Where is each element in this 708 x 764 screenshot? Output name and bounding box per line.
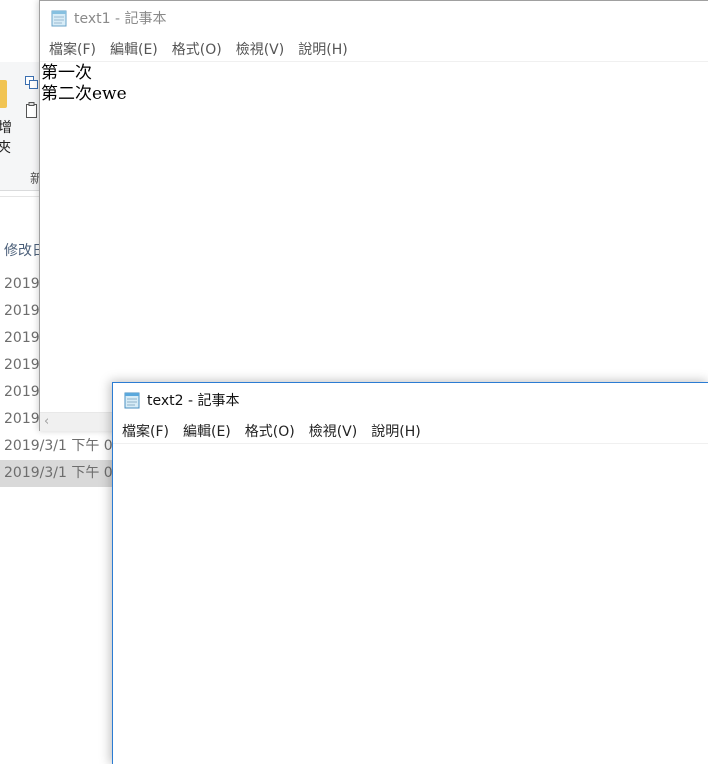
menu-help[interactable]: 說明(H) (364, 421, 427, 441)
menu-bar: 檔案(F) 編輯(E) 格式(O) 檢視(V) 說明(H) (113, 419, 708, 444)
ribbon-label-2: 夾 (0, 140, 11, 156)
menu-view[interactable]: 檢視(V) (229, 39, 292, 59)
menu-format[interactable]: 格式(O) (238, 421, 302, 441)
text-editor-area[interactable] (113, 444, 708, 764)
menu-view[interactable]: 檢視(V) (302, 421, 365, 441)
file-row-date-selected[interactable]: 2019/3/1 下午 0 (0, 460, 112, 487)
ribbon-label-1: 增 (0, 120, 12, 136)
new-folder-icon[interactable] (0, 80, 7, 108)
copy-icon[interactable] (25, 76, 38, 89)
window-title: text1 - 記事本 (74, 11, 167, 27)
title-bar[interactable]: text2 - 記事本 (113, 383, 708, 417)
chevron-left-icon[interactable]: ‹ (44, 415, 49, 428)
notepad-icon (124, 392, 140, 408)
menu-bar: 檔案(F) 編輯(E) 格式(O) 檢視(V) 說明(H) (40, 37, 708, 62)
menu-edit[interactable]: 編輯(E) (103, 39, 165, 59)
menu-file[interactable]: 檔案(F) (42, 39, 103, 59)
menu-format[interactable]: 格式(O) (165, 39, 229, 59)
menu-file[interactable]: 檔案(F) (115, 421, 176, 441)
notepad-icon (51, 10, 67, 26)
notepad-window-text2[interactable]: text2 - 記事本 檔案(F) 編輯(E) 格式(O) 檢視(V) 說明(H… (112, 382, 708, 764)
ribbon-divider (0, 196, 40, 197)
file-row-date[interactable]: 2019/3/1 下午 0 (0, 433, 112, 460)
menu-edit[interactable]: 編輯(E) (176, 421, 238, 441)
window-title: text2 - 記事本 (147, 393, 240, 409)
menu-help[interactable]: 說明(H) (291, 39, 354, 59)
paste-icon[interactable] (25, 102, 38, 118)
text-editor-area[interactable]: 第一次 第二次ewe (40, 62, 708, 413)
title-bar[interactable]: text1 - 記事本 (40, 1, 708, 35)
notepad-window-text1[interactable]: text1 - 記事本 檔案(F) 編輯(E) 格式(O) 檢視(V) 說明(H… (39, 0, 708, 431)
